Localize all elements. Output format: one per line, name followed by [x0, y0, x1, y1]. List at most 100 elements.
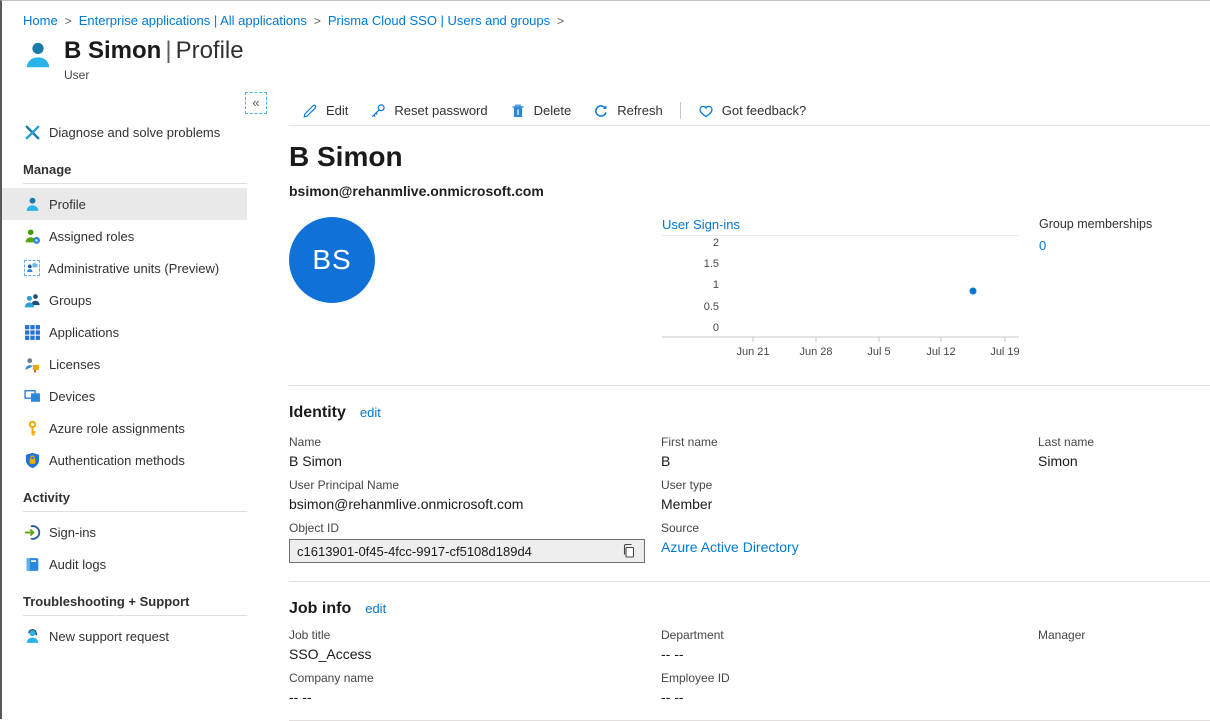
chart-title-link[interactable]: User Sign-ins: [662, 217, 1019, 236]
chevron-right-icon: >: [65, 14, 72, 28]
manager-field: Manager: [1038, 628, 1210, 663]
user-signins-chart-block: User Sign-ins 2 1.5 1 0.5 0: [662, 217, 1019, 361]
group-memberships-count[interactable]: 0: [1039, 238, 1046, 253]
section-header-manage: Manage: [23, 162, 247, 184]
sign-in-icon: [24, 524, 41, 541]
field-label: Source: [661, 521, 1038, 535]
person-badge-icon: [24, 228, 41, 245]
field-label: User Principal Name: [289, 478, 661, 492]
copy-button[interactable]: [621, 543, 637, 559]
sidebar-item-groups[interactable]: Groups: [2, 284, 247, 316]
edit-button[interactable]: Edit: [291, 97, 359, 125]
chevron-right-icon: >: [557, 14, 564, 28]
department-field: Department -- --: [661, 628, 1038, 663]
field-value: -- --: [661, 689, 1038, 706]
identity-section: Identity edit Name B Simon User Principa…: [289, 404, 1210, 571]
sidebar-item-label: Audit logs: [49, 557, 106, 572]
sidebar-item-audit-logs[interactable]: Audit logs: [2, 548, 247, 580]
shield-lock-icon: [24, 452, 41, 469]
copy-icon: [621, 543, 637, 559]
support-person-icon: [24, 628, 41, 645]
y-tick-label: 1: [713, 279, 719, 291]
toolbar-separator: [680, 102, 681, 119]
field-value: Simon: [1038, 453, 1210, 470]
license-icon: [24, 356, 41, 373]
sidebar-item-assigned-roles[interactable]: Assigned roles: [2, 220, 247, 252]
field-value: -- --: [289, 689, 661, 706]
section-header-troubleshooting-support: Troubleshooting + Support: [23, 594, 247, 616]
collapse-sidebar-button[interactable]: «: [245, 92, 267, 114]
sidebar-item-diagnose-and-solve-problems[interactable]: Diagnose and solve problems: [2, 116, 247, 148]
sidebar-item-label: Applications: [49, 325, 119, 340]
user-avatar-icon: [23, 39, 53, 71]
identity-edit-link[interactable]: edit: [360, 405, 381, 420]
field-label: Manager: [1038, 628, 1210, 642]
group-memberships-label: Group memberships: [1039, 217, 1152, 231]
chevron-double-left-icon: «: [252, 95, 259, 110]
sidebar-item-licenses[interactable]: Licenses: [2, 348, 247, 380]
section-divider: [289, 581, 1210, 582]
source-link[interactable]: Azure Active Directory: [661, 539, 799, 555]
sidebar-item-label: Azure role assignments: [49, 421, 185, 436]
job-info-section: Job info edit Job title SSO_Access Compa…: [289, 600, 1210, 714]
signin-data-point: [970, 288, 977, 295]
sidebar-item-administrative-units[interactable]: Administrative units (Preview): [2, 252, 247, 284]
sidebar-item-new-support-request[interactable]: New support request: [2, 620, 247, 652]
sidebar-item-label: Devices: [49, 389, 95, 404]
page-title: B Simon|Profile: [64, 35, 244, 67]
job-title-field: Job title SSO_Access: [289, 628, 661, 663]
sidebar-item-label: Sign-ins: [49, 525, 96, 540]
field-label: Employee ID: [661, 671, 1038, 685]
feedback-button[interactable]: Got feedback?: [687, 97, 818, 125]
y-tick-label: 2: [713, 237, 719, 249]
pencil-icon: [302, 103, 318, 119]
breadcrumb-link-prisma-sso[interactable]: Prisma Cloud SSO | Users and groups: [328, 13, 550, 28]
object-id-field: Object ID c1613901-0f45-4fcc-9917-cf5108…: [289, 521, 661, 563]
field-label: Name: [289, 435, 661, 449]
breadcrumb-link-home[interactable]: Home: [23, 13, 58, 28]
sidebar-item-applications[interactable]: Applications: [2, 316, 247, 348]
diagnose-icon: [24, 124, 41, 141]
breadcrumb-link-enterprise-apps[interactable]: Enterprise applications | All applicatio…: [79, 13, 307, 28]
user-principal-name-field: User Principal Name bsimon@rehanmlive.on…: [289, 478, 661, 513]
identity-heading: Identity: [289, 404, 346, 422]
content-pane: Edit Reset password Delete Refresh Got f…: [267, 88, 1210, 721]
y-tick-label: 1.5: [704, 258, 719, 270]
field-label: Last name: [1038, 435, 1210, 449]
sidebar-item-label: Assigned roles: [49, 229, 134, 244]
devices-icon: [24, 388, 41, 405]
field-value: bsimon@rehanmlive.onmicrosoft.com: [289, 496, 661, 513]
refresh-button[interactable]: Refresh: [582, 97, 674, 125]
reset-password-button[interactable]: Reset password: [359, 97, 498, 125]
heart-icon: [698, 103, 714, 119]
section-divider: [289, 385, 1210, 386]
delete-button[interactable]: Delete: [499, 97, 583, 125]
y-tick-label: 0.5: [704, 301, 719, 313]
field-value: [1038, 646, 1210, 663]
sidebar-item-devices[interactable]: Devices: [2, 380, 247, 412]
employee-id-field: Employee ID -- --: [661, 671, 1038, 706]
grid-icon: [24, 324, 41, 341]
job-info-edit-link[interactable]: edit: [365, 601, 386, 616]
field-value: SSO_Access: [289, 646, 661, 663]
job-info-heading: Job info: [289, 600, 351, 618]
people-icon: [24, 292, 41, 309]
sidebar: « Diagnose and solve problems Manage Pro…: [2, 88, 267, 721]
object-id-box[interactable]: c1613901-0f45-4fcc-9917-cf5108d189d4: [289, 539, 645, 563]
field-label: Company name: [289, 671, 661, 685]
section-header-activity: Activity: [23, 490, 247, 512]
company-name-field: Company name -- --: [289, 671, 661, 706]
sidebar-item-profile[interactable]: Profile: [2, 188, 247, 220]
field-label: User type: [661, 478, 1038, 492]
sidebar-item-sign-ins[interactable]: Sign-ins: [2, 516, 247, 548]
source-field: Source Azure Active Directory: [661, 521, 1038, 557]
user-signins-chart: 2 1.5 1 0.5 0 Jun 21: [662, 237, 1019, 361]
field-value: B Simon: [289, 453, 661, 470]
x-tick-label: Jul 5: [867, 346, 890, 358]
admin-units-icon: [24, 260, 40, 276]
breadcrumb: Home > Enterprise applications | All appli…: [2, 1, 1210, 28]
sidebar-item-azure-role-assignments[interactable]: Azure role assignments: [2, 412, 247, 444]
page-header: B Simon|Profile User: [2, 28, 1210, 82]
sidebar-item-authentication-methods[interactable]: Authentication methods: [2, 444, 247, 476]
x-tick-label: Jun 28: [799, 346, 832, 358]
